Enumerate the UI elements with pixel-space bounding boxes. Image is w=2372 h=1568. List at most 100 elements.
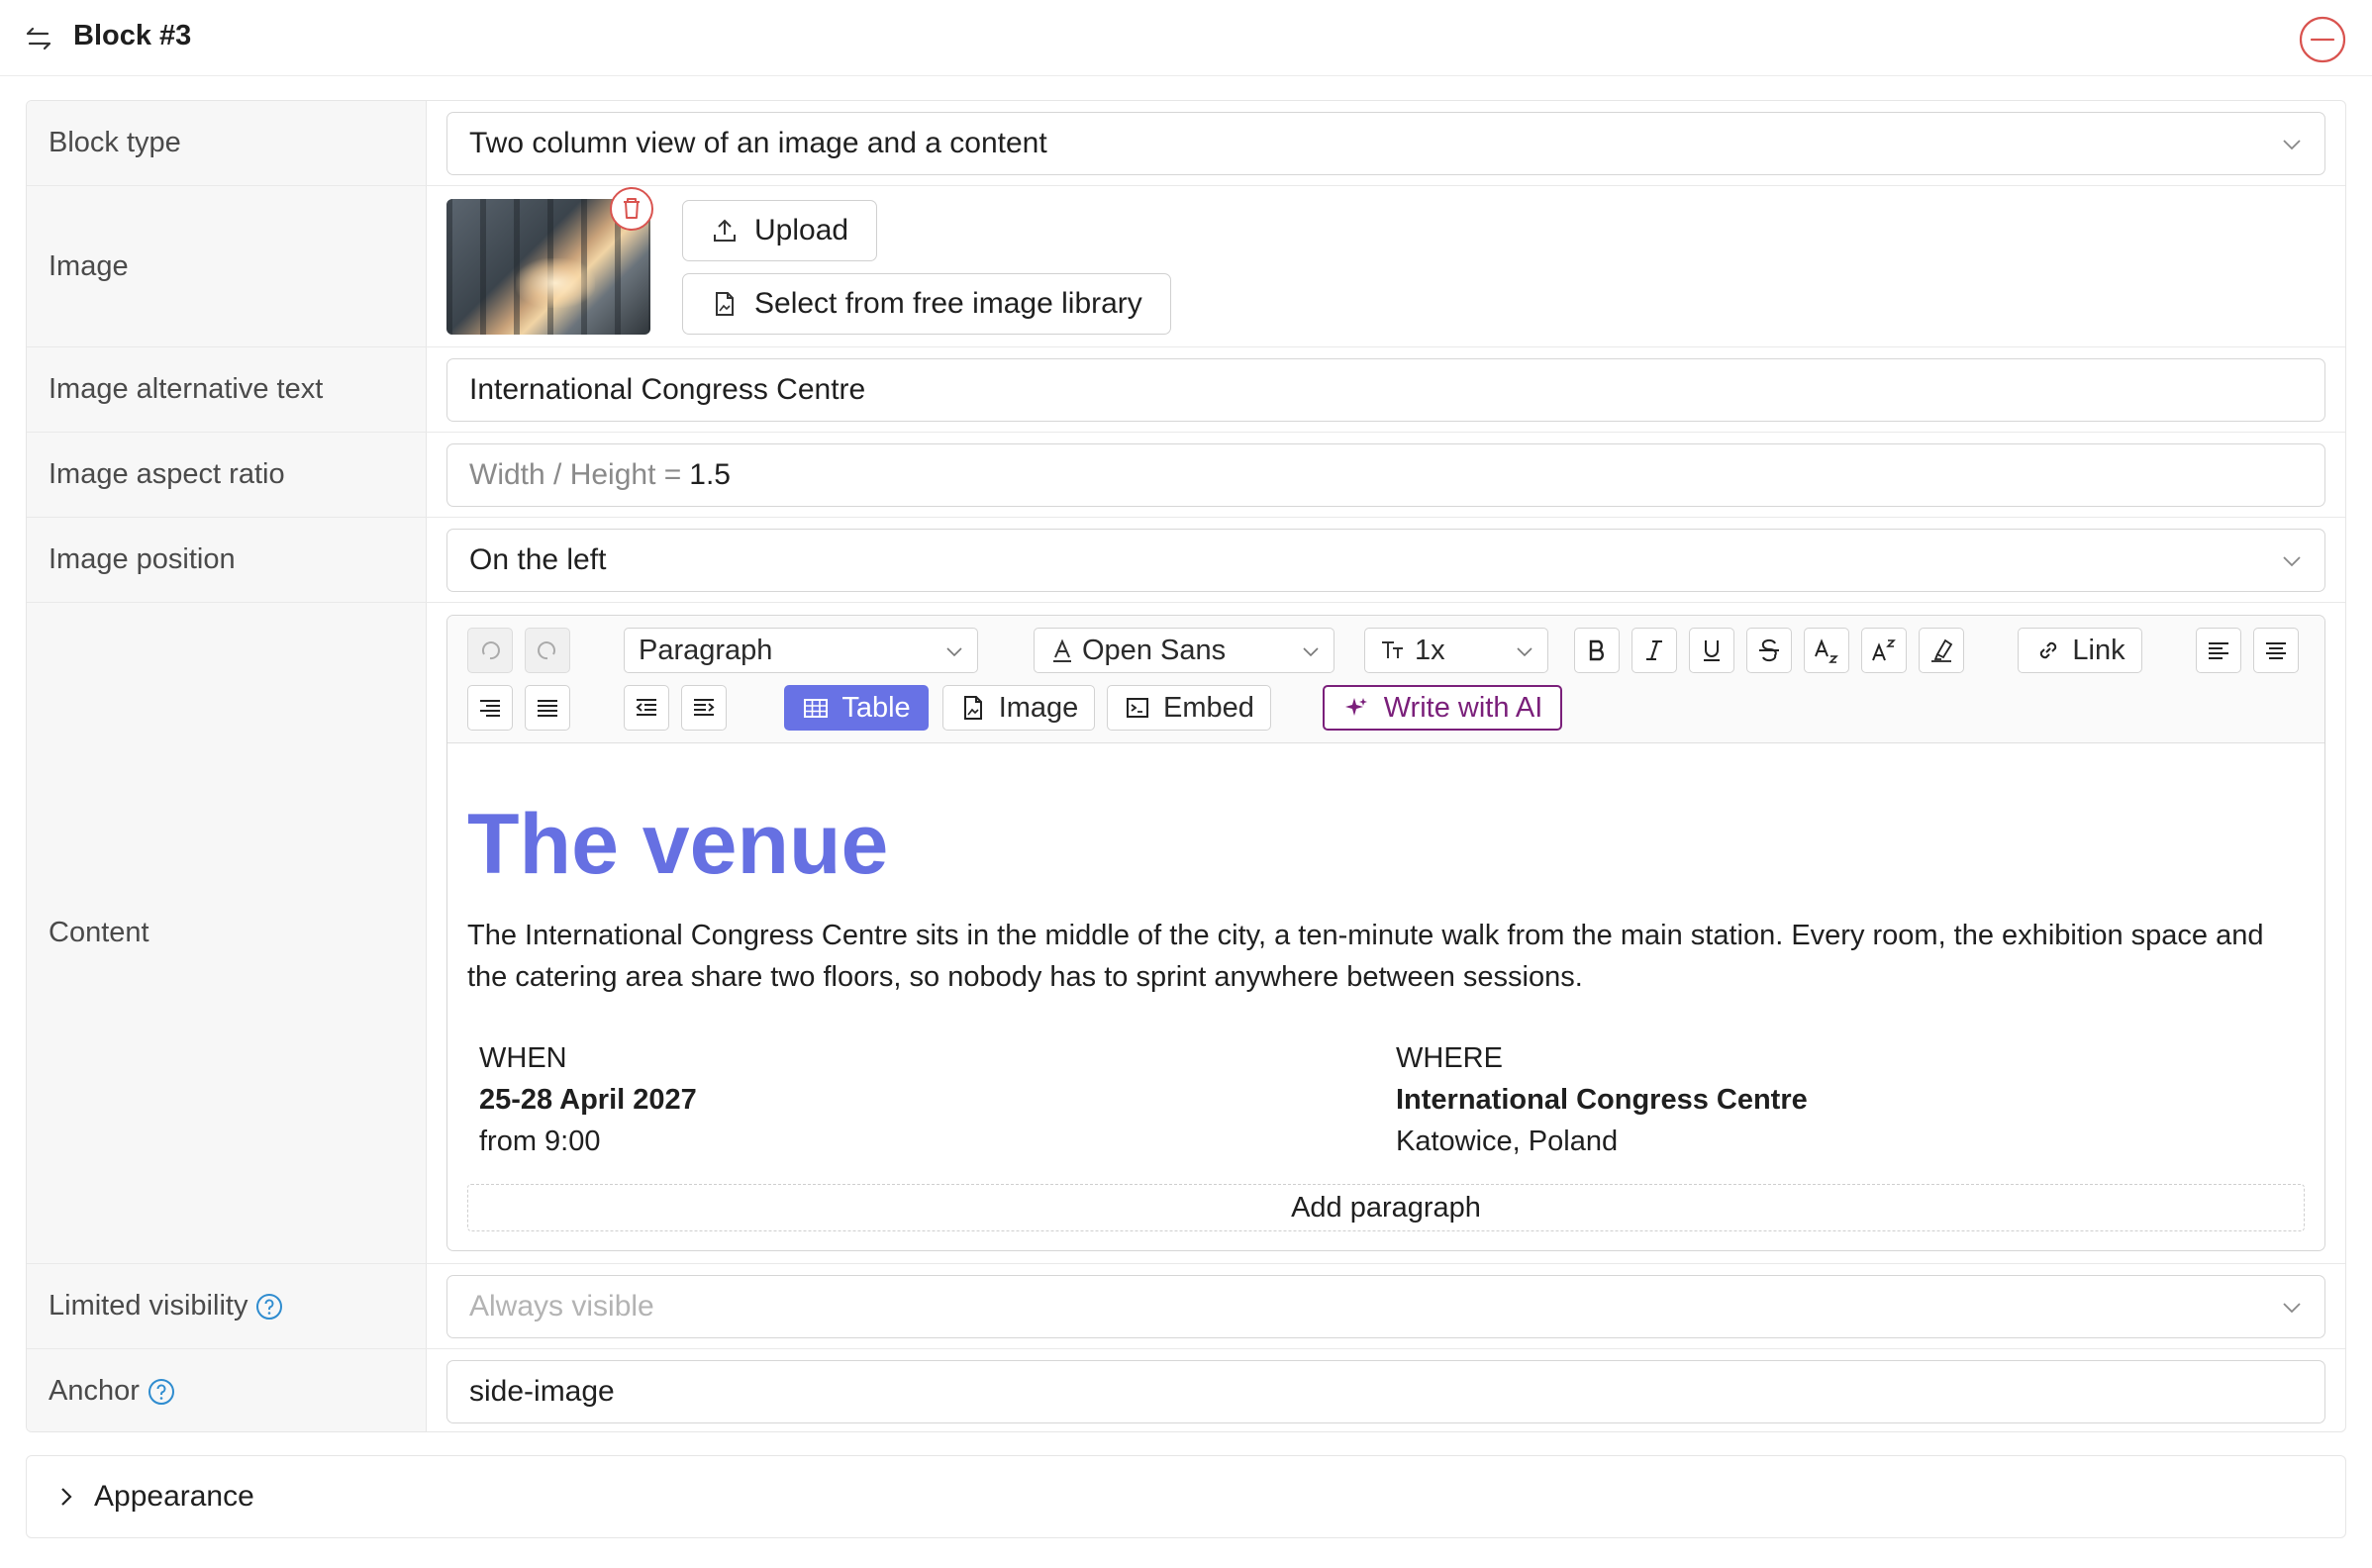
font-family-select[interactable]: Open Sans (1034, 628, 1334, 673)
trash-icon[interactable] (609, 186, 654, 232)
subscript-button[interactable] (1804, 628, 1849, 673)
paragraph-style-value: Paragraph (639, 634, 773, 666)
bold-icon (1589, 639, 1604, 661)
anchor-input[interactable]: side-image (446, 1360, 2325, 1423)
image-position-value: On the left (469, 543, 607, 576)
italic-icon (1646, 640, 1662, 660)
image-position-select[interactable]: On the left (446, 529, 2325, 592)
link-label: Link (2072, 634, 2125, 666)
row-image-position: Image position On the left (27, 518, 2345, 603)
align-center-button[interactable] (2253, 628, 2299, 673)
highlight-button[interactable] (1919, 628, 1964, 673)
block-form: Block type Two column view of an image a… (26, 100, 2346, 1432)
font-icon (1053, 638, 1071, 662)
align-right-button[interactable] (467, 685, 513, 731)
anchor-label: Anchor (49, 1375, 140, 1407)
visibility-placeholder: Always visible (469, 1290, 654, 1323)
superscript-icon (1872, 639, 1896, 661)
file-image-icon (716, 292, 734, 316)
when-column[interactable]: WHEN 25-28 April 2027 from 9:00 (479, 1037, 697, 1162)
indent-button[interactable] (681, 685, 727, 731)
undo-icon (481, 641, 500, 660)
redo-button[interactable] (525, 628, 570, 673)
file-image-icon (963, 696, 982, 720)
help-icon[interactable] (255, 1293, 283, 1321)
paragraph-style-select[interactable]: Paragraph (624, 628, 978, 673)
align-justify-icon (538, 700, 557, 717)
outdent-icon (636, 699, 656, 716)
chevron-down-icon (1517, 647, 1532, 657)
insert-embed-button[interactable]: Embed (1107, 685, 1271, 731)
block-type-value: Two column view of an image and a conten… (469, 127, 1047, 159)
where-column[interactable]: WHERE International Congress Centre Kato… (1396, 1037, 1808, 1162)
swap-arrows-icon[interactable] (24, 24, 53, 53)
strikethrough-button[interactable] (1746, 628, 1792, 673)
content-paragraph[interactable]: The International Congress Centre sits i… (467, 915, 2309, 998)
when-title: WHEN (479, 1042, 567, 1074)
chevron-down-icon (946, 647, 962, 657)
align-center-icon (2266, 642, 2286, 659)
chevron-down-icon (1303, 647, 1319, 657)
italic-button[interactable] (1631, 628, 1677, 673)
insert-image-button[interactable]: Image (942, 685, 1095, 731)
when-date: 25-28 April 2027 (479, 1084, 697, 1116)
row-block-type: Block type Two column view of an image a… (27, 101, 2345, 186)
block-type-select[interactable]: Two column view of an image and a conten… (446, 112, 2325, 175)
undo-button[interactable] (467, 628, 513, 673)
where-venue: International Congress Centre (1396, 1084, 1808, 1116)
visibility-select[interactable]: Always visible (446, 1275, 2325, 1338)
chevron-down-icon (2283, 556, 2301, 567)
add-paragraph-button[interactable]: Add paragraph (467, 1184, 2305, 1231)
font-family-value: Open Sans (1082, 634, 1227, 666)
align-left-icon (2209, 642, 2228, 659)
block-type-label: Block type (27, 101, 427, 185)
font-size-value: 1x (1415, 634, 1445, 666)
block-title: Block #3 (73, 20, 192, 51)
superscript-button[interactable] (1861, 628, 1907, 673)
aspect-ratio-input[interactable]: Width / Height = 1.5 (446, 443, 2325, 507)
upload-button[interactable]: Upload (682, 200, 878, 261)
appearance-section[interactable]: Appearance (26, 1455, 2346, 1538)
font-size-select[interactable]: 1x (1364, 628, 1548, 673)
rich-text-editor: Paragraph Open Sans 1x Link Table Image … (446, 615, 2325, 1251)
upload-icon (714, 219, 736, 242)
ai-label: Write with AI (1383, 691, 1543, 724)
upload-label: Upload (754, 214, 849, 246)
image-insert-label: Image (998, 691, 1079, 724)
embed-label: Embed (1163, 691, 1254, 724)
help-icon[interactable] (148, 1378, 175, 1406)
subscript-icon (1815, 638, 1838, 663)
content-label: Content (27, 603, 427, 1263)
image-library-button[interactable]: Select from free image library (682, 273, 1171, 335)
bold-button[interactable] (1574, 628, 1620, 673)
chevron-right-icon (61, 1488, 72, 1506)
insert-table-button[interactable]: Table (784, 685, 929, 731)
underline-icon (1704, 640, 1720, 661)
aspect-ratio-prefix: Width / Height = (469, 458, 682, 491)
link-button[interactable]: Link (2018, 628, 2142, 673)
sparkle-icon (1344, 698, 1367, 716)
align-justify-button[interactable] (525, 685, 570, 731)
highlighter-icon (1931, 638, 1953, 662)
table-label: Table (841, 691, 911, 724)
content-heading[interactable]: The venue (467, 796, 888, 894)
anchor-value: side-image (469, 1375, 615, 1408)
outdent-button[interactable] (624, 685, 669, 731)
aspect-ratio-label: Image aspect ratio (27, 433, 427, 517)
aspect-ratio-value: 1.5 (689, 458, 731, 491)
remove-block-button[interactable] (2299, 16, 2346, 63)
chevron-down-icon (2283, 140, 2301, 150)
write-with-ai-button[interactable]: Write with AI (1323, 685, 1562, 731)
image-library-label: Select from free image library (754, 287, 1142, 320)
align-left-button[interactable] (2196, 628, 2241, 673)
underline-button[interactable] (1689, 628, 1734, 673)
chevron-down-icon (2283, 1303, 2301, 1314)
appearance-label: Appearance (94, 1480, 254, 1513)
editor-toolbar: Paragraph Open Sans 1x Link Table Image … (447, 616, 2324, 743)
redo-icon (538, 641, 556, 660)
row-image: Image Upload Select from free image libr… (27, 186, 2345, 347)
alt-text-input[interactable]: International Congress Centre (446, 358, 2325, 422)
row-alt-text: Image alternative text International Con… (27, 347, 2345, 433)
row-visibility: Limited visibility Always visible (27, 1264, 2345, 1349)
row-content: Content Paragraph Open Sans 1x Link Tabl… (27, 603, 2345, 1264)
